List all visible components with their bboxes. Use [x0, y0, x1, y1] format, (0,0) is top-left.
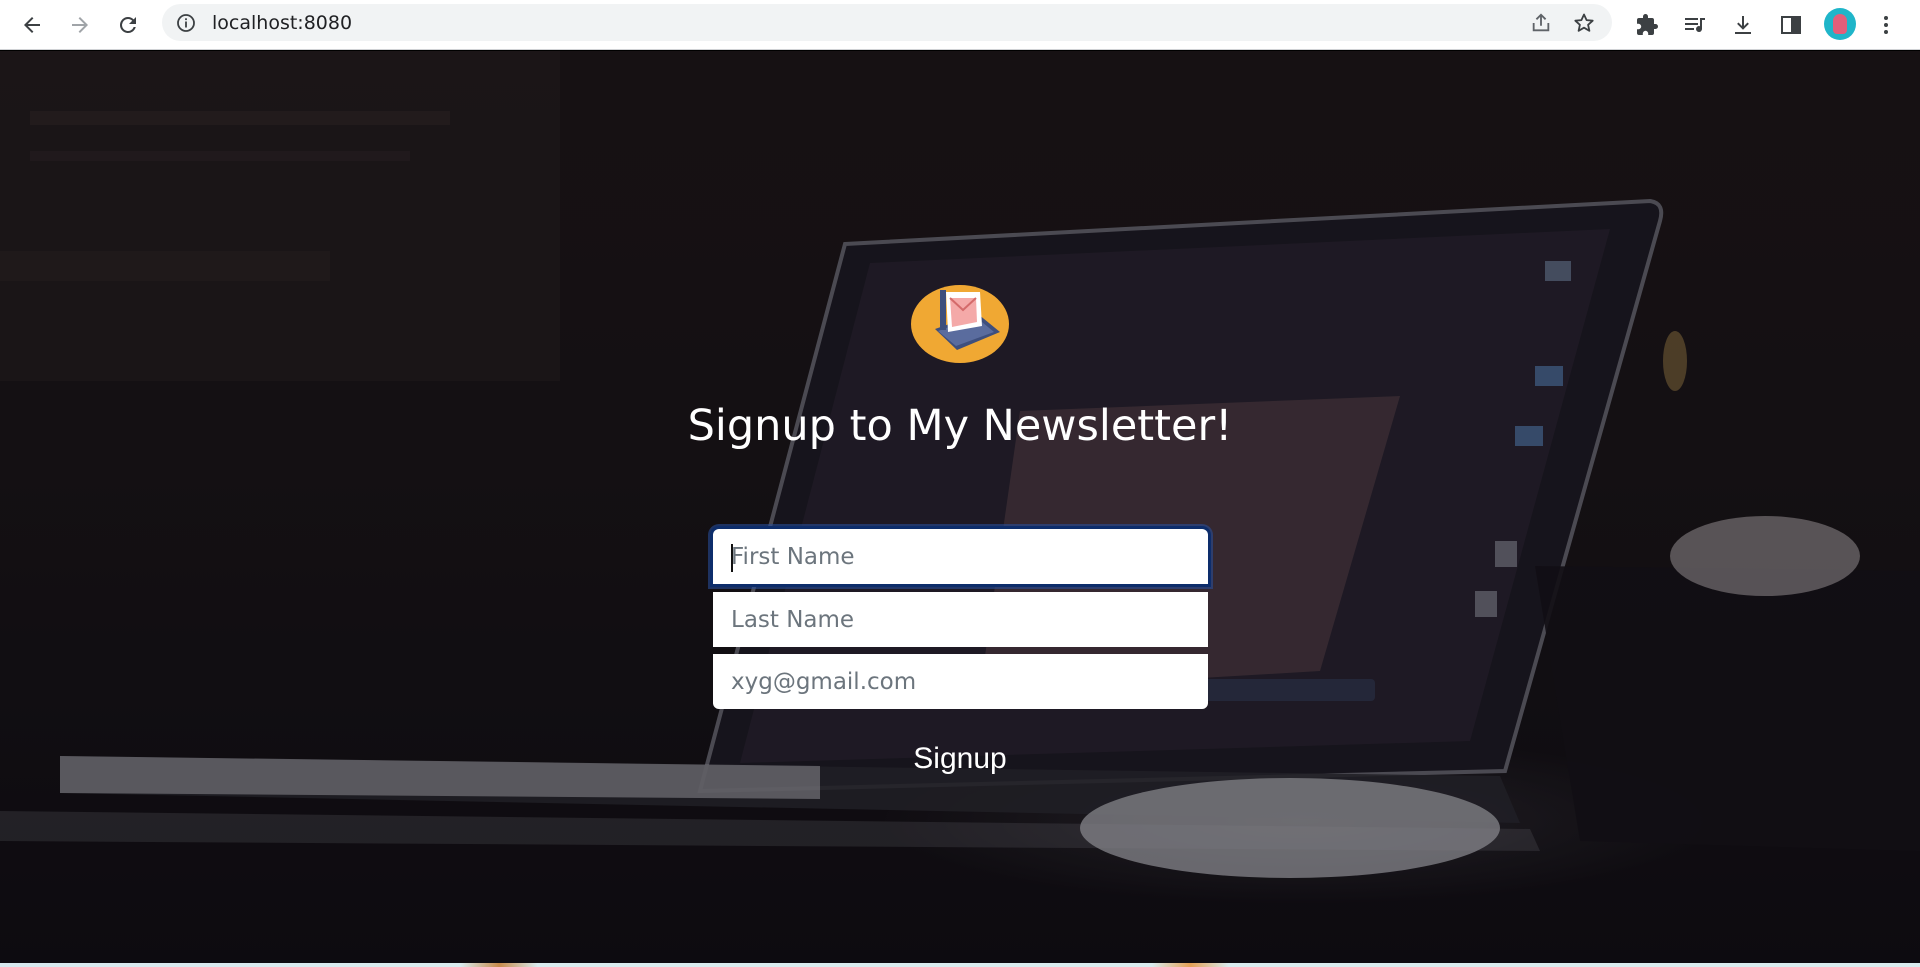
back-button[interactable]	[14, 7, 50, 43]
signup-button[interactable]: Signup	[860, 737, 1060, 781]
share-icon[interactable]	[1530, 12, 1552, 34]
page-background: Signup to My Newsletter! Signup	[0, 51, 1920, 967]
text-caret	[731, 544, 733, 572]
side-panel-icon	[1781, 16, 1801, 34]
email-input[interactable]	[713, 654, 1208, 709]
menu-button[interactable]	[1868, 7, 1904, 43]
profile-avatar[interactable]	[1824, 8, 1856, 40]
extensions-button[interactable]	[1629, 7, 1665, 43]
media-button[interactable]	[1677, 7, 1713, 43]
newsletter-laptop-logo-icon	[911, 285, 1009, 363]
bottom-edge	[0, 963, 1920, 967]
forward-button[interactable]	[62, 7, 98, 43]
avatar-image	[1833, 14, 1847, 34]
puzzle-icon	[1637, 14, 1658, 35]
kebab-menu-icon	[1884, 16, 1888, 34]
side-panel-button[interactable]	[1773, 7, 1809, 43]
download-icon	[1735, 16, 1751, 34]
forward-arrow-icon	[72, 17, 88, 33]
back-arrow-icon	[24, 17, 40, 33]
last-name-input[interactable]	[713, 592, 1208, 647]
url-text[interactable]: localhost:8080	[212, 13, 352, 33]
downloads-button[interactable]	[1725, 7, 1761, 43]
star-icon[interactable]	[1572, 11, 1596, 35]
info-icon[interactable]	[176, 13, 196, 33]
reload-icon	[120, 17, 136, 33]
first-name-input[interactable]	[713, 529, 1208, 584]
page-title: Signup to My Newsletter!	[687, 401, 1233, 451]
reload-button[interactable]	[110, 7, 146, 43]
address-bar[interactable]: localhost:8080	[162, 4, 1612, 41]
browser-toolbar: localhost:8080	[0, 0, 1920, 50]
signup-form-container: Signup to My Newsletter! Signup	[0, 51, 1920, 967]
media-queue-icon	[1685, 18, 1705, 33]
